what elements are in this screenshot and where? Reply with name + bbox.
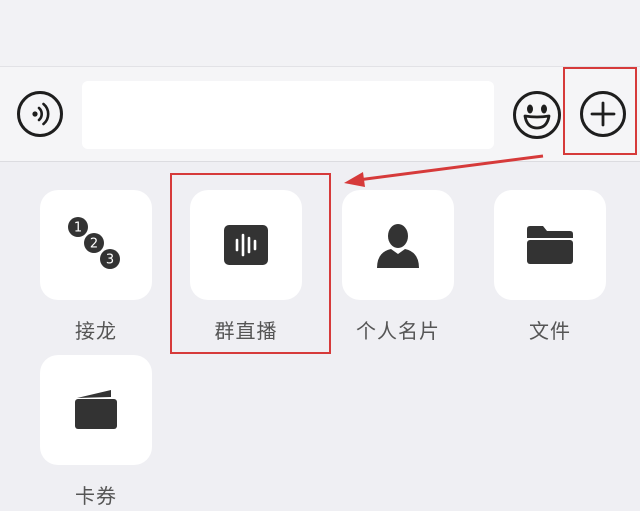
svg-text:3: 3 (106, 253, 114, 268)
wallet-card-icon (75, 390, 117, 429)
svg-text:1: 1 (74, 221, 82, 236)
person-silhouette-icon (377, 224, 419, 268)
relay-label: 接龙 (75, 319, 117, 343)
live-waveform-icon (224, 225, 268, 265)
file-tile[interactable] (494, 190, 606, 300)
chat-message-area (0, 0, 640, 66)
panel-item-group-live[interactable]: 群直播 (190, 190, 302, 344)
relay-tile[interactable]: 1 2 3 (40, 190, 152, 300)
smiley-face-icon (523, 104, 551, 130)
emoji-button[interactable] (513, 91, 561, 139)
panel-item-relay[interactable]: 1 2 3 接龙 (40, 190, 152, 344)
chat-input-bar (0, 66, 640, 162)
group-live-tile[interactable] (190, 190, 302, 300)
plus-icon (590, 101, 616, 127)
more-functions-button[interactable] (580, 91, 626, 137)
numbered-circles-icon: 1 2 3 (68, 217, 120, 269)
message-text-input[interactable] (82, 81, 494, 149)
panel-item-contact-card[interactable]: 个人名片 (342, 190, 454, 344)
folder-icon (527, 226, 573, 264)
panel-item-file[interactable]: 文件 (494, 190, 606, 344)
voice-wave-icon (32, 102, 50, 126)
panel-item-coupon[interactable]: 卡券 (40, 355, 152, 509)
file-label: 文件 (529, 319, 571, 343)
coupon-label: 卡券 (75, 484, 117, 508)
svg-text:2: 2 (90, 237, 98, 252)
voice-input-button[interactable] (17, 91, 63, 137)
contact-card-tile[interactable] (342, 190, 454, 300)
group-live-label: 群直播 (214, 319, 278, 343)
coupon-tile[interactable] (40, 355, 152, 465)
contact-card-label: 个人名片 (356, 319, 440, 343)
